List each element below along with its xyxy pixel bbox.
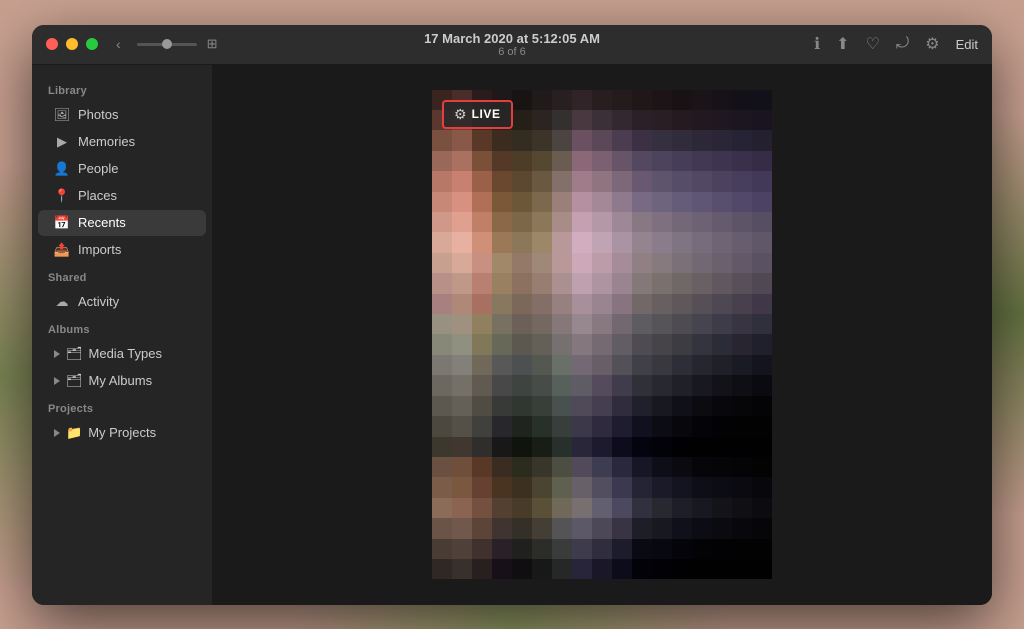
rotate-icon[interactable]: ⤾ <box>896 35 909 53</box>
sidebar-item-my-albums-label: My Albums <box>89 373 153 388</box>
close-button[interactable] <box>46 38 58 50</box>
places-icon: 📍 <box>54 188 70 204</box>
sidebar-item-photos[interactable]: 🖼 Photos <box>38 102 206 128</box>
my-projects-icon: 📁 <box>66 425 82 441</box>
minimize-button[interactable] <box>66 38 78 50</box>
sidebar-item-photos-label: Photos <box>78 107 118 122</box>
media-types-icon: 🗂 <box>66 346 83 362</box>
sidebar-item-recents-label: Recents <box>78 215 126 230</box>
sidebar-item-people-label: People <box>78 161 118 176</box>
slider-area <box>137 43 197 46</box>
sidebar-item-memories-label: Memories <box>78 134 135 149</box>
imports-icon: 📤 <box>54 242 70 258</box>
expand-triangle-media-types <box>54 350 60 358</box>
share-icon[interactable]: ⬆ <box>836 34 849 54</box>
sidebar-item-places[interactable]: 📍 Places <box>38 183 206 209</box>
people-icon: 👤 <box>54 161 70 177</box>
window-controls <box>32 38 98 50</box>
live-gear-icon: ⚙ <box>454 106 467 123</box>
info-icon[interactable]: ℹ <box>814 34 820 54</box>
shared-section-label: Shared <box>32 264 212 288</box>
live-label: LIVE <box>472 107 501 121</box>
app-window: ‹ ⊞ 17 March 2020 at 5:12:05 AM 6 of 6 ℹ… <box>32 25 992 605</box>
sidebar-item-my-projects-label: My Projects <box>88 425 156 440</box>
sidebar-item-activity[interactable]: ☁ Activity <box>38 289 206 315</box>
main-content: Library 🖼 Photos ▶ Memories 👤 People 📍 P… <box>32 65 992 605</box>
sidebar-item-people[interactable]: 👤 People <box>38 156 206 182</box>
nav-controls: ‹ ⊞ <box>98 34 218 54</box>
expand-triangle-my-projects <box>54 429 60 437</box>
titlebar: ‹ ⊞ 17 March 2020 at 5:12:05 AM 6 of 6 ℹ… <box>32 25 992 65</box>
sidebar-item-media-types[interactable]: 🗂 Media Types <box>38 341 206 367</box>
maximize-button[interactable] <box>86 38 98 50</box>
expand-triangle-my-albums <box>54 377 60 385</box>
window-subtitle: 6 of 6 <box>424 46 600 58</box>
sidebar-item-imports[interactable]: 📤 Imports <box>38 237 206 263</box>
sidebar-item-my-projects[interactable]: 📁 My Projects <box>38 420 206 446</box>
back-button[interactable]: ‹ <box>112 34 125 54</box>
my-albums-icon: 🗂 <box>66 373 83 389</box>
sidebar-item-memories[interactable]: ▶ Memories <box>38 129 206 155</box>
title-center: 17 March 2020 at 5:12:05 AM 6 of 6 <box>424 31 600 58</box>
heart-icon[interactable]: ♡ <box>866 34 880 54</box>
sidebar-item-media-types-label: Media Types <box>89 346 162 361</box>
sidebar-item-my-albums[interactable]: 🗂 My Albums <box>38 368 206 394</box>
sidebar: Library 🖼 Photos ▶ Memories 👤 People 📍 P… <box>32 65 212 605</box>
activity-icon: ☁ <box>54 294 70 310</box>
sidebar-item-recents[interactable]: 📅 Recents <box>38 210 206 236</box>
window-title: 17 March 2020 at 5:12:05 AM <box>424 31 600 46</box>
grid-icon: ⊞ <box>207 36 218 52</box>
recents-icon: 📅 <box>54 215 70 231</box>
photo-area: ⚙ LIVE <box>212 65 992 605</box>
photo-mosaic <box>432 90 772 580</box>
adjust-icon[interactable]: ⚙ <box>925 34 939 54</box>
photo-container: ⚙ LIVE <box>432 90 772 580</box>
photos-icon: 🖼 <box>54 107 70 123</box>
toolbar-right: ℹ ⬆ ♡ ⤾ ⚙ Edit <box>814 34 978 54</box>
memories-icon: ▶ <box>54 134 70 150</box>
sidebar-item-imports-label: Imports <box>78 242 121 257</box>
live-badge[interactable]: ⚙ LIVE <box>442 100 513 129</box>
edit-button[interactable]: Edit <box>956 37 978 52</box>
zoom-slider[interactable] <box>137 43 197 46</box>
sidebar-item-activity-label: Activity <box>78 294 119 309</box>
library-section-label: Library <box>32 77 212 101</box>
sidebar-item-places-label: Places <box>78 188 117 203</box>
albums-section-label: Albums <box>32 316 212 340</box>
projects-section-label: Projects <box>32 395 212 419</box>
